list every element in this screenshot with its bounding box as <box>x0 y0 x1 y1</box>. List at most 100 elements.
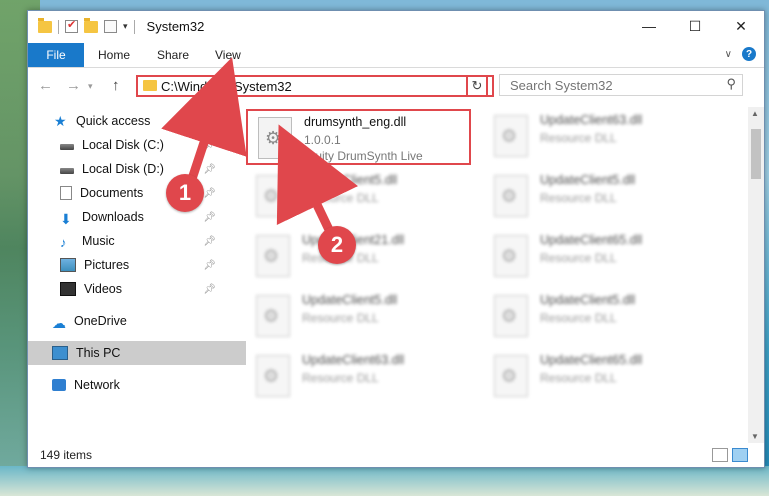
file-list: drumsynth_eng.dll 1.0.0.1 Fruity DrumSyn… <box>238 107 738 443</box>
file-item[interactable]: UpdateClient63.dll Resource DLL <box>484 109 709 165</box>
navigation-bar: ← → ▾ ↑ C:\Windows\System32 ∨ ↻ ⚲ <box>28 68 764 104</box>
drive-icon <box>60 144 74 150</box>
new-folder-icon[interactable] <box>84 17 98 33</box>
sidebar-item-pictures[interactable]: Pictures 📌︎ <box>28 253 222 277</box>
window-title: System32 <box>146 19 205 34</box>
recent-locations-icon[interactable]: ▾ <box>88 81 93 92</box>
tab-share[interactable]: Share <box>157 48 189 62</box>
toolbar-separator <box>133 19 135 34</box>
sidebar-item-label: This PC <box>76 346 121 360</box>
dll-file-icon <box>256 175 290 217</box>
file-item[interactable]: UpdateClient21.dll Resource DLL <box>246 229 471 285</box>
file-description: Resource DLL <box>540 311 617 325</box>
status-bar: 149 items <box>28 443 764 467</box>
onedrive-icon: ☁ <box>52 315 66 331</box>
sidebar-item-onedrive[interactable]: ☁ OneDrive <box>28 309 246 333</box>
large-icons-view-icon[interactable] <box>732 448 748 462</box>
dll-file-icon <box>256 235 290 277</box>
properties-check-icon[interactable] <box>65 18 78 33</box>
file-description: Resource DLL <box>540 131 617 145</box>
sidebar-item-videos[interactable]: Videos 📌︎ <box>28 277 222 301</box>
tab-view[interactable]: View <box>215 48 241 62</box>
desktop-wallpaper-beach <box>0 466 769 496</box>
vertical-scrollbar[interactable]: ▲ ▼ <box>748 107 764 443</box>
drive-icon <box>60 168 74 174</box>
dll-file-icon <box>256 355 290 397</box>
tab-home[interactable]: Home <box>98 48 130 62</box>
videos-icon <box>60 282 76 296</box>
downloads-icon: ⬇ <box>60 211 72 227</box>
pin-icon: 📌︎ <box>203 187 216 199</box>
sidebar-item-this-pc[interactable]: This PC <box>28 341 246 365</box>
file-item[interactable]: UpdateClient5.dll Resource DLL <box>484 289 709 345</box>
navigation-pane: ★ Quick access Local Disk (C:) 📌︎ Local … <box>28 107 246 443</box>
dll-file-icon <box>494 235 528 277</box>
file-explorer-window: ▾ System32 — ☐ ✕ File Home Share View ∨ … <box>27 10 765 468</box>
scroll-up-icon[interactable]: ▲ <box>751 109 759 118</box>
refresh-button[interactable]: ↻ <box>466 75 488 97</box>
forward-arrow-icon[interactable]: → <box>66 77 81 94</box>
pin-icon: 📌︎ <box>203 163 216 175</box>
file-name: UpdateClient5.dll <box>302 173 398 187</box>
sidebar-item-music[interactable]: ♪ Music 📌︎ <box>28 229 222 253</box>
toolbar-separator <box>58 19 59 34</box>
dll-file-icon <box>494 295 528 337</box>
file-name: UpdateClient65.dll <box>540 353 643 367</box>
sidebar-item-label: Quick access <box>76 114 151 128</box>
file-item[interactable]: UpdateClient5.dll Resource DLL <box>484 169 709 225</box>
scroll-down-icon[interactable]: ▼ <box>751 432 759 441</box>
file-item[interactable]: UpdateClient5.dll Resource DLL <box>246 289 471 345</box>
file-name: UpdateClient5.dll <box>540 173 636 187</box>
help-icon[interactable]: ? <box>742 47 756 61</box>
search-icon[interactable]: ⚲ <box>726 76 736 92</box>
music-icon: ♪ <box>60 235 67 250</box>
pin-icon: 📌︎ <box>203 283 216 295</box>
file-description: Resource DLL <box>302 371 379 385</box>
dll-file-icon <box>494 115 528 157</box>
pin-icon: 📌︎ <box>203 139 216 151</box>
address-bar[interactable]: C:\Windows\System32 ∨ <box>136 75 494 97</box>
back-arrow-icon[interactable]: ← <box>38 77 53 94</box>
ribbon-tabs: File Home Share View ∨ ? <box>28 43 764 68</box>
file-description: Resource DLL <box>540 191 617 205</box>
sidebar-item-local-disk-c[interactable]: Local Disk (C:) 📌︎ <box>28 133 222 157</box>
folder-icon[interactable] <box>38 17 52 33</box>
file-description: Resource DLL <box>540 251 617 265</box>
sidebar-item-label: Downloads <box>82 210 144 224</box>
chevron-down-icon[interactable]: ▾ <box>123 21 128 32</box>
maximize-button[interactable]: ☐ <box>672 11 718 41</box>
file-version: 1.0.0.1 <box>304 133 341 147</box>
tab-file[interactable]: File <box>28 43 84 67</box>
file-name: UpdateClient63.dll <box>302 353 405 367</box>
sidebar-item-label: Music <box>82 234 115 248</box>
file-item[interactable]: UpdateClient65.dll Resource DLL <box>484 229 709 285</box>
pin-icon: 📌︎ <box>203 259 216 271</box>
file-item[interactable]: UpdateClient65.dll Resource DLL <box>484 349 709 405</box>
sidebar-item-label: OneDrive <box>74 314 127 328</box>
pin-icon: 📌︎ <box>203 235 216 247</box>
details-view-icon[interactable] <box>712 448 728 462</box>
file-description: Fruity DrumSynth Live <box>304 149 423 163</box>
folder-icon <box>143 80 157 91</box>
close-button[interactable]: ✕ <box>718 11 764 41</box>
sidebar-item-network[interactable]: Network <box>28 373 246 397</box>
file-name: drumsynth_eng.dll <box>304 115 407 129</box>
up-arrow-icon[interactable]: ↑ <box>112 77 120 94</box>
file-name: UpdateClient65.dll <box>540 233 643 247</box>
file-item[interactable]: UpdateClient5.dll Resource DLL <box>246 169 471 225</box>
minimize-button[interactable]: — <box>626 11 672 41</box>
sidebar-item-quick-access[interactable]: ★ Quick access <box>28 109 248 133</box>
sidebar-item-label: Videos <box>84 282 122 296</box>
pin-icon: 📌︎ <box>203 211 216 223</box>
scrollbar-thumb[interactable] <box>751 129 761 179</box>
sidebar-item-label: Network <box>74 378 120 392</box>
file-item-drumsynth[interactable]: drumsynth_eng.dll 1.0.0.1 Fruity DrumSyn… <box>246 109 471 165</box>
search-input[interactable] <box>508 77 722 94</box>
quick-access-customize-icon[interactable] <box>104 20 117 33</box>
address-path[interactable]: C:\Windows\System32 <box>161 79 292 94</box>
expand-ribbon-icon[interactable]: ∨ <box>725 49 732 60</box>
dll-file-icon <box>258 117 292 159</box>
file-name: UpdateClient63.dll <box>540 113 643 127</box>
search-box[interactable]: ⚲ <box>499 74 743 96</box>
file-item[interactable]: UpdateClient63.dll Resource DLL <box>246 349 471 405</box>
